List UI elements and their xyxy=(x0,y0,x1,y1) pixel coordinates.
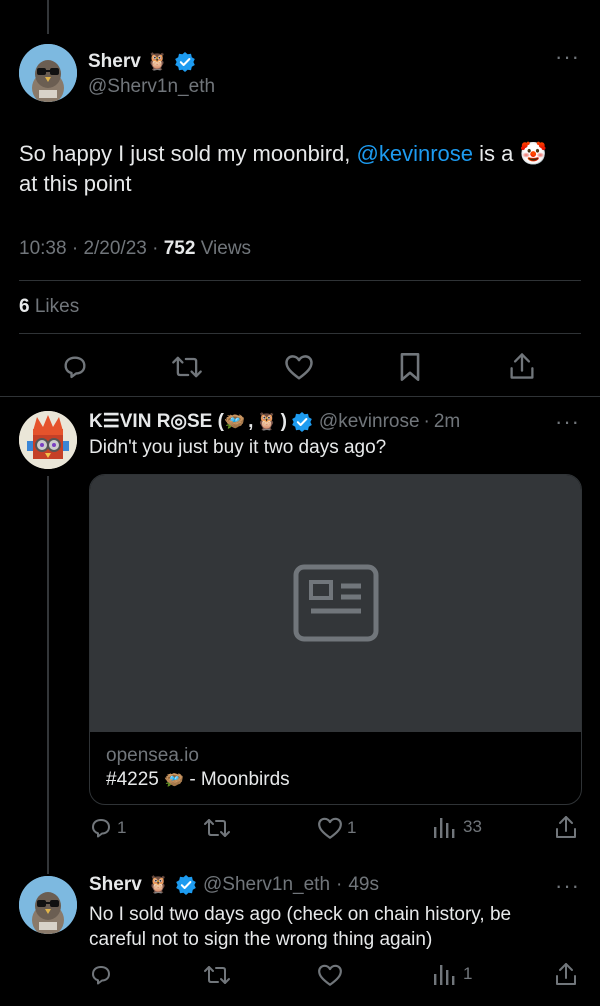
avatar[interactable] xyxy=(19,411,77,469)
reply1-display-name[interactable]: K☰VIN R◎SE (🪺, 🦉) xyxy=(89,410,287,433)
verified-badge-icon[interactable] xyxy=(174,51,196,73)
retweet-icon[interactable] xyxy=(203,963,231,987)
thread-line-top xyxy=(47,0,49,34)
tweet-text-after-mention: is a xyxy=(473,141,520,166)
bookmark-icon[interactable] xyxy=(398,352,422,382)
link-card-title-prefix: #4225 xyxy=(106,769,159,790)
owl-emoji: 🦉 xyxy=(256,412,278,431)
author-name-row: Sherv 🦉 xyxy=(88,50,196,74)
reply1-age[interactable]: 2m xyxy=(434,411,460,433)
reply2-handle[interactable]: @Sherv1n_eth xyxy=(203,874,330,896)
clown-emoji: 🤡 xyxy=(519,141,547,166)
thread-line xyxy=(47,476,49,874)
link-card-title: #4225 🪺 - Moonbirds xyxy=(106,768,565,793)
views-action[interactable]: 1 xyxy=(433,962,472,986)
retweet-icon[interactable] xyxy=(203,816,231,840)
tweet-meta: 10:38 · 2/20/23 · 752 Views xyxy=(19,238,251,260)
divider xyxy=(19,280,581,281)
reply2-text: No I sold two days ago (check on chain h… xyxy=(89,902,511,952)
like-icon[interactable] xyxy=(284,353,314,381)
retweet-icon[interactable] xyxy=(171,353,203,381)
nest-emoji: 🪺 xyxy=(164,772,185,789)
reply-icon[interactable] xyxy=(89,963,113,987)
verified-badge-icon[interactable] xyxy=(175,874,197,896)
like-count: 1 xyxy=(347,818,357,837)
avatar[interactable] xyxy=(19,876,77,934)
meta-dot: · xyxy=(152,238,159,259)
meta-dot: · xyxy=(71,238,79,259)
views-icon xyxy=(434,965,455,985)
link-card-domain: opensea.io xyxy=(106,745,199,766)
divider xyxy=(19,333,581,334)
tweet-date[interactable]: 2/20/23 xyxy=(83,238,146,259)
views-count: 752 xyxy=(163,238,196,259)
likes-label: Likes xyxy=(34,296,80,317)
tweet-text: So happy I just sold my moonbird, @kevin… xyxy=(19,139,579,199)
mention-link[interactable]: @kevinrose xyxy=(357,141,474,166)
name-close-paren: ) xyxy=(280,411,287,432)
share-icon[interactable] xyxy=(554,814,578,840)
owl-emoji: 🦉 xyxy=(146,52,168,71)
share-icon[interactable] xyxy=(508,351,536,381)
tweet-text-line2: at this point xyxy=(19,171,132,196)
more-options-icon[interactable]: ··· xyxy=(555,44,580,70)
article-icon xyxy=(293,564,379,647)
tweet-text-before-mention: So happy I just sold my moonbird, xyxy=(19,141,357,166)
link-card-body: opensea.io #4225 🪺 - Moonbirds xyxy=(90,732,581,804)
reply1-handle[interactable]: @kevinrose xyxy=(319,411,420,433)
views-icon xyxy=(434,818,455,838)
link-card-image xyxy=(90,475,581,732)
like-icon[interactable] xyxy=(317,963,343,987)
owl-emoji: 🦉 xyxy=(147,875,169,894)
reply2-display-name[interactable]: Sherv xyxy=(89,874,142,896)
nest-emoji: 🪺 xyxy=(223,412,246,431)
reply1-header: K☰VIN R◎SE (🪺, 🦉) @kevinrose · 2m xyxy=(89,410,460,433)
share-icon[interactable] xyxy=(554,961,578,987)
reply1-name-text: K☰VIN R◎SE ( xyxy=(89,411,224,432)
likes-count: 6 xyxy=(19,296,30,317)
views-label: Views xyxy=(200,238,252,259)
views-action[interactable]: 33 xyxy=(433,815,482,839)
reply2-header: Sherv 🦉 @Sherv1n_eth · 49s xyxy=(89,874,379,896)
reply-count: 1 xyxy=(117,818,127,837)
meta-dot: · xyxy=(423,410,430,432)
link-card[interactable]: opensea.io #4225 🪺 - Moonbirds xyxy=(89,474,582,805)
reply2-text-line1: No I sold two days ago (check on chain h… xyxy=(89,904,512,925)
avatar[interactable] xyxy=(19,44,77,102)
reply-icon xyxy=(92,819,110,838)
reply1-text: Didn't you just buy it two days ago? xyxy=(89,437,387,458)
like-icon xyxy=(318,817,342,839)
like-action[interactable]: 1 xyxy=(317,816,356,840)
name-comma: , xyxy=(248,411,254,432)
link-card-title-suffix: - Moonbirds xyxy=(189,769,290,790)
more-options-icon[interactable]: ··· xyxy=(555,409,580,435)
author-display-name[interactable]: Sherv xyxy=(88,51,141,73)
reply-action[interactable]: 1 xyxy=(89,816,126,840)
reply2-age[interactable]: 49s xyxy=(348,874,379,896)
author-handle[interactable]: @Sherv1n_eth xyxy=(88,76,215,98)
reply2-text-line2: careful not to sign the wrong thing agai… xyxy=(89,929,433,950)
more-options-icon[interactable]: ··· xyxy=(555,873,580,899)
reply-icon[interactable] xyxy=(61,353,89,381)
views-count: 33 xyxy=(463,817,482,836)
tweet-time[interactable]: 10:38 xyxy=(19,238,67,259)
meta-dot: · xyxy=(336,874,343,895)
views-count: 1 xyxy=(463,964,473,983)
divider xyxy=(0,396,600,397)
verified-badge-icon[interactable] xyxy=(291,411,313,433)
tweet-text-line1: So happy I just sold my moonbird, @kevin… xyxy=(19,139,579,169)
likes-stat[interactable]: 6 Likes xyxy=(19,296,79,318)
